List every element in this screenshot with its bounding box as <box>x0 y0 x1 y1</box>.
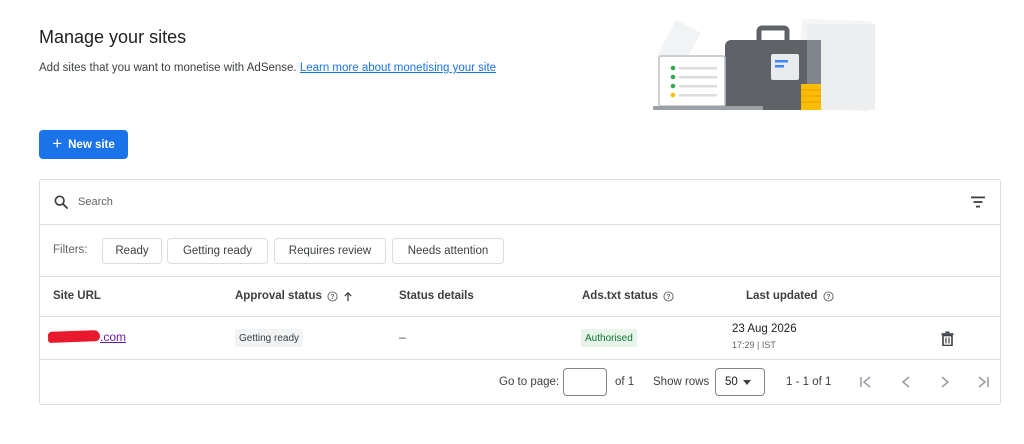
ads-txt-status-badge: Authorised <box>581 329 637 347</box>
column-header-approval-status[interactable]: Approval status ? <box>235 290 353 302</box>
sites-illustration <box>653 18 875 112</box>
search-input[interactable] <box>78 192 378 212</box>
last-updated-time: 17:29 | IST <box>732 340 776 350</box>
column-header-ads-txt-status[interactable]: Ads.txt status ? <box>582 290 674 302</box>
column-header-site-url[interactable]: Site URL <box>53 290 101 302</box>
last-page-icon[interactable] <box>975 374 991 390</box>
search-bar <box>40 180 1000 225</box>
chevron-left-icon[interactable] <box>898 374 914 390</box>
pagination-bar: Go to page: of 1 Show rows 50 1 - 1 of 1 <box>40 360 1000 405</box>
filters-bar: Filters: Ready Getting ready Requires re… <box>40 225 1000 277</box>
site-url-link[interactable]: .com <box>100 330 126 344</box>
go-to-page-input[interactable] <box>563 368 607 396</box>
chevron-right-icon[interactable] <box>937 374 953 390</box>
first-page-icon[interactable] <box>858 374 874 390</box>
filter-chip-needs-attention[interactable]: Needs attention <box>392 238 504 264</box>
filters-label: Filters: <box>53 244 88 256</box>
page-title: Manage your sites <box>39 27 187 47</box>
svg-text:?: ? <box>330 293 334 300</box>
caret-down-icon <box>742 379 751 385</box>
help-circle-icon[interactable]: ? <box>663 290 674 302</box>
redaction-mark <box>47 330 101 343</box>
table-row: .com Getting ready – Authorised 23 Aug 2… <box>40 317 1000 360</box>
table-header: Site URL Approval status ? Status detail… <box>40 277 1000 317</box>
trash-icon[interactable] <box>941 331 954 346</box>
new-site-label: New site <box>68 138 115 151</box>
show-rows-label: Show rows <box>653 376 710 388</box>
new-site-button[interactable]: + New site <box>39 130 128 159</box>
filter-list-icon[interactable] <box>970 195 986 209</box>
help-circle-icon[interactable]: ? <box>823 290 834 302</box>
range-label: 1 - 1 of 1 <box>786 376 832 388</box>
svg-text:?: ? <box>666 293 670 300</box>
search-icon <box>54 195 68 209</box>
column-header-last-updated[interactable]: Last updated ? <box>746 290 834 302</box>
plus-icon: + <box>52 134 63 153</box>
sites-table-card: Filters: Ready Getting ready Requires re… <box>39 179 1001 405</box>
learn-more-link[interactable]: Learn more about monetising your site <box>300 62 496 74</box>
column-header-status-details[interactable]: Status details <box>399 290 474 302</box>
help-circle-icon[interactable]: ? <box>327 290 338 302</box>
coins <box>801 84 821 110</box>
filter-chip-getting-ready[interactable]: Getting ready <box>167 238 268 264</box>
status-details-value: – <box>399 330 406 344</box>
go-to-page-label: Go to page: <box>499 376 560 388</box>
subtitle-text: Add sites that you want to monetise with… <box>39 62 297 74</box>
rows-per-page-select[interactable]: 50 <box>715 368 765 396</box>
filter-chip-ready[interactable]: Ready <box>102 238 162 264</box>
total-pages-label: of 1 <box>615 376 635 388</box>
filter-chip-requires-review[interactable]: Requires review <box>274 238 386 264</box>
last-updated-date: 23 Aug 2026 <box>732 323 797 335</box>
rows-per-page-value: 50 <box>725 376 738 388</box>
page-subtitle: Add sites that you want to monetise with… <box>39 62 496 74</box>
arrow-up-icon[interactable] <box>343 291 353 302</box>
svg-text:?: ? <box>826 293 830 300</box>
approval-status-badge: Getting ready <box>235 329 304 347</box>
